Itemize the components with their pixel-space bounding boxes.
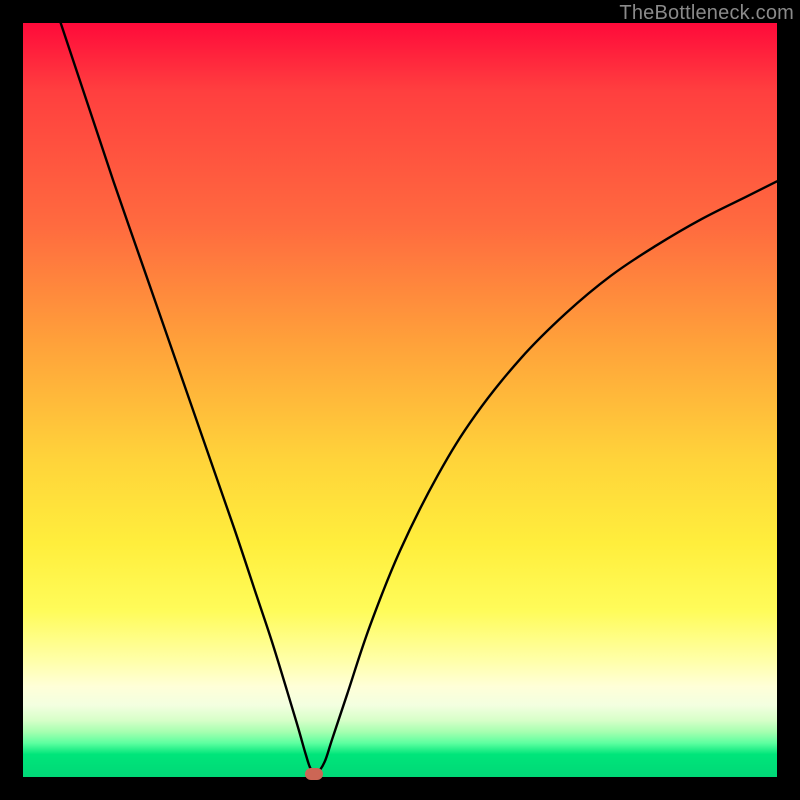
- bottleneck-curve: [23, 23, 777, 777]
- optimal-point-marker: [305, 768, 323, 780]
- plot-area: [23, 23, 777, 777]
- attribution-text: TheBottleneck.com: [619, 2, 794, 25]
- outer-frame: TheBottleneck.com: [0, 0, 800, 800]
- curve-path: [61, 23, 777, 773]
